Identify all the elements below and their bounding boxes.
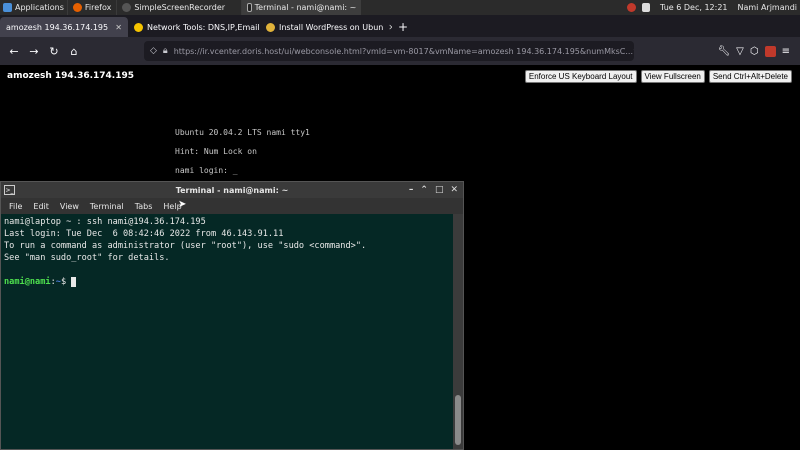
- maximize-icon[interactable]: □: [435, 185, 444, 195]
- terminal-prompt-line: nami@nami:~$: [4, 276, 450, 288]
- tab-label: amozesh 194.36.174.195: [6, 22, 109, 32]
- menu-terminal[interactable]: Terminal: [86, 202, 128, 211]
- close-icon[interactable]: ✕: [110, 23, 122, 32]
- url-text: https://ir.vcenter.doris.host/ui/webcons…: [173, 46, 633, 56]
- scrollbar-thumb[interactable]: [455, 395, 461, 445]
- taskbar-label: Firefox: [84, 3, 112, 12]
- console-toolbar: Enforce US Keyboard Layout View Fullscre…: [524, 70, 792, 83]
- wordpress-favicon-icon: [266, 22, 275, 32]
- extension-icon[interactable]: ⬡: [750, 46, 759, 57]
- network-icon[interactable]: [642, 3, 651, 12]
- terminal-scrollbar[interactable]: [453, 214, 463, 449]
- tab-label: Network Tools: DNS,IP,Email: [147, 22, 260, 32]
- console-line: Hint: Num Lock on: [175, 147, 257, 156]
- taskbar-item-terminal[interactable]: Terminal - nami@nami: ~: [241, 0, 362, 15]
- tab-amozesh[interactable]: amozesh 194.36.174.195 ✕: [0, 17, 128, 37]
- system-panel: Applications Firefox SimpleScreenRecorde…: [0, 0, 800, 15]
- menu-file[interactable]: File: [5, 202, 26, 211]
- applications-menu[interactable]: Applications: [0, 0, 67, 15]
- shade-icon[interactable]: ⌃: [420, 185, 428, 195]
- terminal-window[interactable]: >_ Terminal - nami@nami: ~ – ⌃ □ ✕ File …: [0, 181, 464, 450]
- taskbar-item-screenrecorder[interactable]: SimpleScreenRecorder: [116, 0, 241, 15]
- text-cursor: [71, 276, 77, 287]
- vm-title: amozesh 194.36.174.195: [7, 71, 135, 81]
- network-tools-favicon-icon: [134, 22, 143, 32]
- close-icon[interactable]: ✕: [450, 185, 458, 195]
- taskbar-label: Terminal - nami@nami: ~: [254, 3, 357, 12]
- terminal-titlebar[interactable]: >_ Terminal - nami@nami: ~ – ⌃ □ ✕: [1, 182, 463, 198]
- terminal-title: Terminal - nami@nami: ~: [175, 185, 289, 195]
- browser-tab-bar: amozesh 194.36.174.195 ✕ Network Tools: …: [0, 15, 800, 37]
- reload-icon[interactable]: ↻: [44, 41, 64, 61]
- user-menu[interactable]: Nami Arjmandi: [738, 3, 798, 12]
- browser-nav-bar: ← → ↻ ⌂ ◇ 🔒︎ https://ir.vcenter.doris.ho…: [0, 37, 800, 65]
- console-line: nami login: _: [175, 166, 238, 175]
- terminal-line: See "man sudo_root" for details.: [4, 253, 170, 263]
- view-fullscreen-button[interactable]: View Fullscreen: [640, 70, 705, 83]
- wrench-icon[interactable]: 🔧︎: [717, 46, 730, 57]
- forward-icon[interactable]: →: [24, 41, 44, 61]
- new-tab-button[interactable]: +: [392, 17, 414, 37]
- clock[interactable]: Tue 6 Dec, 12:21: [660, 3, 727, 12]
- menu-tabs[interactable]: Tabs: [131, 202, 157, 211]
- vm-console-screen[interactable]: Ubuntu 20.04.2 LTS nami tty1 Hint: Num L…: [175, 123, 310, 180]
- lock-icon[interactable]: 🔒︎: [163, 46, 168, 56]
- bookmark-star-icon[interactable]: ☆: [633, 46, 634, 57]
- terminal-line: nami@laptop ~ : ssh nami@194.36.174.195: [4, 217, 206, 227]
- taskbar-item-firefox[interactable]: Firefox: [66, 0, 116, 15]
- terminal-menubar: File Edit View Terminal Tabs Help: [1, 198, 463, 214]
- screenrecorder-icon: [122, 3, 132, 12]
- firefox-icon: [72, 3, 82, 12]
- console-line: Ubuntu 20.04.2 LTS nami tty1: [175, 128, 310, 137]
- terminal-line: Last login: Tue Dec 6 08:42:46 2022 from…: [4, 229, 284, 239]
- address-bar[interactable]: ◇ 🔒︎ https://ir.vcenter.doris.host/ui/we…: [144, 41, 634, 61]
- send-ctrl-alt-delete-button[interactable]: Send Ctrl+Alt+Delete: [708, 70, 792, 83]
- terminal-icon: [247, 3, 252, 12]
- close-icon[interactable]: ✕: [383, 23, 392, 32]
- addon-icon[interactable]: [764, 45, 776, 57]
- mouse-pointer-icon: ➤: [178, 199, 187, 210]
- minimize-icon[interactable]: –: [409, 185, 414, 195]
- tab-install-wordpress[interactable]: Install WordPress on Ubun ✕: [260, 17, 392, 37]
- menu-view[interactable]: View: [56, 202, 83, 211]
- record-indicator-icon[interactable]: [627, 3, 637, 12]
- taskbar-label: SimpleScreenRecorder: [134, 3, 226, 12]
- pocket-icon[interactable]: ▽: [736, 46, 744, 57]
- menu-icon[interactable]: ≡: [782, 46, 790, 57]
- prompt-symbol: $: [60, 277, 67, 287]
- applications-icon: [3, 3, 12, 12]
- terminal-line: To run a command as administrator (user …: [4, 241, 367, 251]
- shield-icon[interactable]: ◇: [150, 46, 157, 56]
- tab-label: Install WordPress on Ubun: [279, 22, 384, 32]
- prompt-user: nami@nami: [4, 277, 51, 287]
- back-icon[interactable]: ←: [4, 41, 24, 61]
- applications-label: Applications: [15, 3, 64, 12]
- enforce-keyboard-button[interactable]: Enforce US Keyboard Layout: [524, 70, 637, 83]
- home-icon[interactable]: ⌂: [64, 41, 84, 61]
- terminal-output[interactable]: nami@laptop ~ : ssh nami@194.36.174.195 …: [1, 214, 453, 449]
- menu-edit[interactable]: Edit: [29, 202, 53, 211]
- tab-network-tools[interactable]: Network Tools: DNS,IP,Email ✕: [128, 17, 260, 37]
